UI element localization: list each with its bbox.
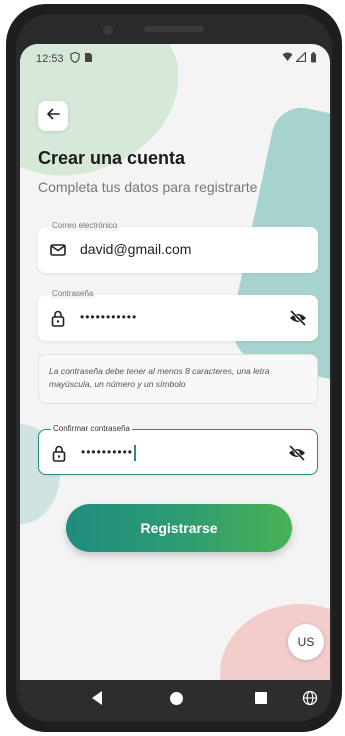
email-value: david@gmail.com xyxy=(80,241,192,257)
confirm-password-field-label: Confirmar contraseña xyxy=(51,424,132,434)
password-hint-box: La contraseña debe tener al menos 8 cara… xyxy=(38,354,318,404)
confirm-password-value: •••••••••• xyxy=(81,445,136,461)
earpiece-speaker xyxy=(144,26,204,32)
shield-status-icon xyxy=(70,51,80,66)
status-time: 12:53 xyxy=(36,53,64,65)
front-camera xyxy=(103,25,113,35)
email-field-label: Correo electrónico xyxy=(50,221,120,231)
confirm-password-field[interactable]: Confirmar contraseña •••••••••• xyxy=(38,424,318,475)
cell-signal-icon xyxy=(295,51,307,65)
back-button[interactable] xyxy=(38,101,68,131)
eye-off-icon[interactable] xyxy=(287,443,307,463)
sim-card-icon xyxy=(84,52,93,66)
page-title: Crear una cuenta xyxy=(38,148,186,168)
text-cursor xyxy=(134,445,136,461)
confirm-password-dots: •••••••••• xyxy=(81,445,134,460)
envelope-icon xyxy=(48,240,68,260)
battery-icon xyxy=(310,52,317,66)
nav-back-icon[interactable] xyxy=(92,691,102,705)
page-subtitle: Completa tus datos para registrarte xyxy=(38,179,258,195)
app-screen: 12:53 Crear una cuenta Completa tus dato… xyxy=(20,44,330,680)
register-button[interactable]: Registrarse xyxy=(66,504,292,552)
wifi-icon xyxy=(282,52,293,65)
nav-home-icon[interactable] xyxy=(170,692,183,705)
password-field-label: Contraseña xyxy=(50,289,96,299)
status-bar: 12:53 xyxy=(20,44,330,72)
lock-icon xyxy=(49,443,69,463)
password-value: ••••••••••• xyxy=(80,310,138,324)
password-hint-text: La contraseña debe tener al menos 8 cara… xyxy=(49,366,270,389)
arrow-left-icon xyxy=(46,107,60,126)
email-field[interactable]: Correo electrónico david@gmail.com xyxy=(38,221,318,273)
lock-icon xyxy=(48,308,68,328)
nav-recent-apps-icon[interactable] xyxy=(255,692,267,704)
password-field[interactable]: Contraseña ••••••••••• xyxy=(38,289,318,341)
user-avatar-badge[interactable]: US xyxy=(288,624,324,660)
globe-icon[interactable] xyxy=(302,690,318,706)
system-nav-bar xyxy=(20,680,330,718)
eye-off-icon[interactable] xyxy=(288,308,308,328)
